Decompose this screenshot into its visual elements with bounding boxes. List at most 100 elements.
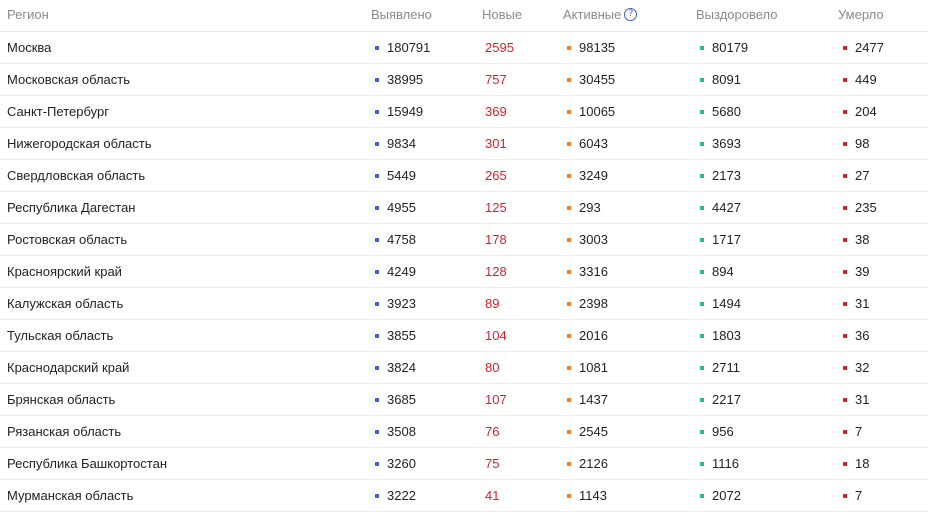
found-count: 38995 [375, 64, 423, 95]
found-count-value: 3855 [387, 328, 416, 343]
recovered-count-marker-icon [700, 493, 704, 498]
new-count: 80 [485, 360, 500, 375]
recovered-count-value: 2711 [712, 360, 740, 375]
region-name: Калужская область [7, 296, 124, 311]
active-count-marker-icon [567, 141, 571, 146]
column-header-active[interactable]: Активные? [563, 0, 638, 30]
died-count: 32 [843, 352, 869, 383]
recovered-count-marker-icon [700, 333, 704, 338]
table-row[interactable]: Красноярский край 4249 128 3316 894 39 [0, 256, 928, 288]
new-count: 178 [485, 232, 507, 247]
died-count-marker-icon [843, 77, 847, 82]
table-row[interactable]: Тульская область 3855 104 2016 1803 36 [0, 320, 928, 352]
found-count: 3685 [375, 384, 416, 415]
table-row[interactable]: Брянская область 3685 107 1437 2217 31 [0, 384, 928, 416]
active-count-value: 3249 [579, 168, 608, 183]
recovered-count-marker-icon [700, 365, 704, 370]
active-count-value: 30455 [579, 72, 616, 87]
active-count: 2016 [567, 320, 608, 351]
active-count-marker-icon [567, 429, 571, 434]
column-header-recovered[interactable]: Выздоровело [696, 0, 778, 30]
column-header-died[interactable]: Умерло [838, 0, 884, 30]
table-row[interactable]: Республика Башкортостан 3260 75 2126 1116 18 [0, 448, 928, 480]
died-count: 27 [843, 160, 869, 191]
died-count-value: 27 [855, 168, 870, 183]
recovered-count-value: 3693 [712, 136, 741, 151]
recovered-count: 2072 [700, 480, 741, 511]
active-count-value: 6043 [579, 136, 608, 151]
recovered-count: 8091 [700, 64, 741, 95]
new-count: 41 [485, 488, 500, 503]
died-count-value: 31 [855, 296, 870, 311]
region-name: Мурманская область [7, 488, 134, 503]
active-count-marker-icon [567, 109, 571, 114]
region-name: Москва [7, 40, 52, 55]
active-count: 2545 [567, 416, 608, 447]
found-count-value: 4758 [387, 232, 416, 247]
help-icon[interactable]: ? [624, 8, 638, 22]
died-count-marker-icon [843, 45, 847, 50]
new-count: 757 [485, 72, 507, 87]
active-count-marker-icon [567, 397, 571, 402]
regions-table: Регион Выявлено Новые Активные? Выздоров… [0, 0, 928, 512]
table-row[interactable]: Москва 180791 2595 98135 80179 2477 [0, 32, 928, 64]
table-row[interactable]: Рязанская область 3508 76 2545 956 7 [0, 416, 928, 448]
found-count-value: 3260 [387, 456, 416, 471]
died-count-marker-icon [843, 205, 847, 210]
recovered-count-value: 4427 [712, 200, 741, 215]
recovered-count-marker-icon [700, 141, 704, 146]
new-count: 265 [485, 168, 507, 183]
active-count-marker-icon [567, 269, 571, 274]
recovered-count: 1717 [700, 224, 741, 255]
table-row[interactable]: Санкт-Петербург 15949 369 10065 5680 204 [0, 96, 928, 128]
recovered-count: 4427 [700, 192, 741, 223]
table-row[interactable]: Калужская область 3923 89 2398 1494 31 [0, 288, 928, 320]
found-count: 3923 [375, 288, 416, 319]
found-count: 3855 [375, 320, 416, 351]
found-count-marker-icon [375, 77, 379, 82]
new-count: 2595 [485, 40, 514, 55]
recovered-count-value: 80179 [712, 40, 749, 55]
died-count: 38 [843, 224, 869, 255]
died-count-value: 98 [855, 136, 870, 151]
table-row[interactable]: Ростовская область 4758 178 3003 1717 38 [0, 224, 928, 256]
table-row[interactable]: Мурманская область 3222 41 1143 2072 7 [0, 480, 928, 512]
region-name: Свердловская область [7, 168, 146, 183]
active-count-value: 1437 [579, 392, 608, 407]
column-header-found[interactable]: Выявлено [371, 0, 432, 30]
found-count: 4758 [375, 224, 416, 255]
region-name: Республика Дагестан [7, 200, 136, 215]
found-count-marker-icon [375, 109, 379, 114]
died-count-value: 36 [855, 328, 870, 343]
died-count-value: 7 [855, 424, 863, 439]
found-count-marker-icon [375, 333, 379, 338]
died-count-marker-icon [843, 269, 847, 274]
found-count-marker-icon [375, 141, 379, 146]
died-count: 204 [843, 96, 877, 127]
found-count-value: 3824 [387, 360, 416, 375]
new-count: 125 [485, 200, 507, 215]
died-count: 39 [843, 256, 869, 287]
died-count-value: 32 [855, 360, 870, 375]
died-count: 98 [843, 128, 869, 159]
table-row[interactable]: Свердловская область 5449 265 3249 2173 27 [0, 160, 928, 192]
active-count-value: 3003 [579, 232, 608, 247]
table-row[interactable]: Нижегородская область 9834 301 6043 3693 98 [0, 128, 928, 160]
active-count-marker-icon [567, 461, 571, 466]
died-count: 31 [843, 288, 869, 319]
recovered-count: 2711 [700, 352, 740, 383]
recovered-count-marker-icon [700, 109, 704, 114]
table-row[interactable]: Московская область 38995 757 30455 8091 449 [0, 64, 928, 96]
table-row[interactable]: Республика Дагестан 4955 125 293 4427 235 [0, 192, 928, 224]
recovered-count: 80179 [700, 32, 748, 63]
table-row[interactable]: Краснодарский край 3824 80 1081 2711 32 [0, 352, 928, 384]
found-count-value: 3508 [387, 424, 416, 439]
died-count: 7 [843, 416, 862, 447]
new-count: 89 [485, 296, 500, 311]
found-count-value: 4249 [387, 264, 416, 279]
active-count: 1143 [567, 480, 607, 511]
column-header-new[interactable]: Новые [482, 0, 522, 30]
region-name: Республика Башкортостан [7, 456, 167, 471]
column-header-region[interactable]: Регион [7, 0, 49, 30]
table-header: Регион Выявлено Новые Активные? Выздоров… [0, 0, 928, 32]
